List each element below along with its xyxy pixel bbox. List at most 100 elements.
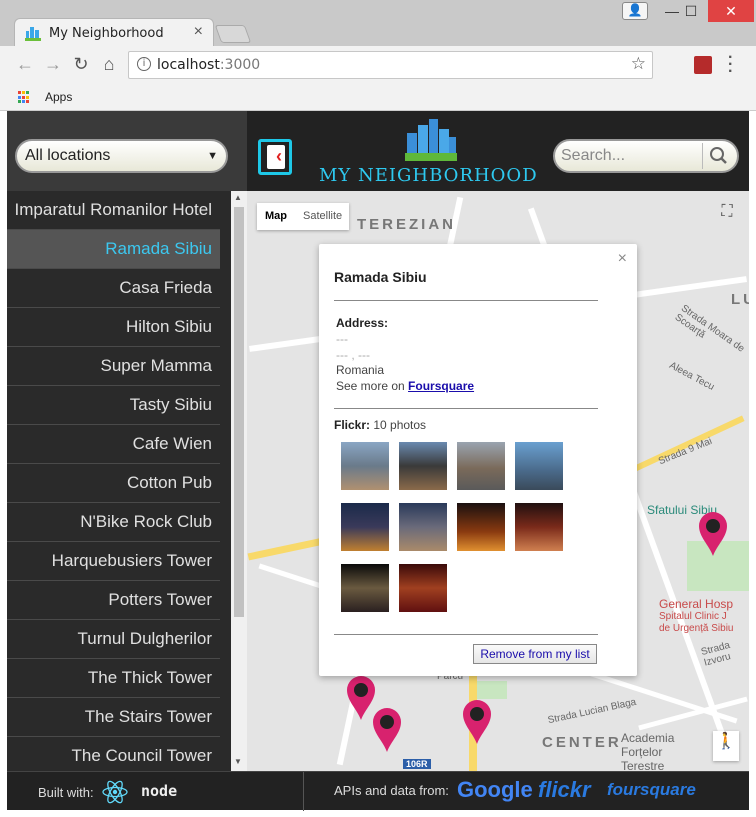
area-label-center: CENTER bbox=[542, 734, 622, 751]
extension-icon[interactable] bbox=[694, 56, 712, 74]
apis-label: APIs and data from: bbox=[334, 783, 449, 798]
scroll-up-icon[interactable]: ▲ bbox=[234, 193, 242, 202]
map-marker[interactable] bbox=[461, 699, 493, 745]
info-window: × Ramada Sibiu Address: --- --- , --- Ro… bbox=[319, 244, 637, 676]
area-label-terezian: TEREZIAN bbox=[357, 216, 456, 233]
flickr-photo[interactable] bbox=[399, 564, 447, 612]
footer-divider bbox=[303, 772, 304, 811]
app-header: All locations ▼ ‹ MY NEIGHBORHOOD Search… bbox=[7, 111, 749, 191]
location-list-item[interactable]: Cotton Pub bbox=[7, 464, 220, 503]
location-list-item[interactable]: The Thick Tower bbox=[7, 659, 220, 698]
map-marker[interactable] bbox=[697, 511, 729, 557]
fullscreen-icon[interactable]: ⛶ bbox=[715, 203, 739, 227]
foursquare-link[interactable]: Foursquare bbox=[408, 379, 474, 393]
apps-grid-icon[interactable] bbox=[18, 91, 31, 104]
browser-titlebar: My Neighborhood × 👤 — ☐ ✕ bbox=[0, 0, 756, 48]
browser-toolbar: ← → ↻ ⌂ i localhost:3000 ☆ · · · bbox=[0, 46, 756, 84]
poi-label: Forțelor bbox=[621, 745, 663, 759]
flickr-logo: flickr bbox=[538, 777, 591, 802]
sidebar-scrollbar[interactable]: ▲ ▼ bbox=[231, 191, 247, 771]
flickr-photo[interactable] bbox=[515, 503, 563, 551]
forward-icon[interactable]: → bbox=[42, 54, 64, 75]
location-list-item[interactable]: The Stairs Tower bbox=[7, 698, 220, 737]
poi-label: Terestre bbox=[621, 759, 665, 771]
search-input[interactable]: Search... bbox=[561, 147, 701, 165]
search-button[interactable] bbox=[702, 143, 734, 169]
map-type-satellite-button[interactable]: Satellite bbox=[303, 210, 342, 222]
flickr-photo[interactable] bbox=[341, 503, 389, 551]
info-icon[interactable]: i bbox=[137, 57, 151, 71]
park-area bbox=[477, 681, 507, 699]
location-list-item[interactable]: N'Bike Rock Club bbox=[7, 503, 220, 542]
location-filter-select[interactable]: All locations ▼ bbox=[15, 139, 228, 173]
back-icon[interactable]: ← bbox=[14, 54, 36, 75]
flickr-photo[interactable] bbox=[457, 503, 505, 551]
flickr-photo[interactable] bbox=[399, 442, 447, 490]
flickr-photo[interactable] bbox=[457, 442, 505, 490]
location-list: Imparatul Romanilor Hotel Ramada Sibiu Cas… bbox=[7, 191, 247, 771]
google-logo: Google bbox=[457, 777, 533, 802]
search-icon bbox=[710, 147, 727, 164]
location-list-item[interactable]: Tasty Sibiu bbox=[7, 386, 220, 425]
scroll-down-icon[interactable]: ▼ bbox=[234, 757, 242, 766]
location-list-item[interactable]: Turnul Dulgherilor bbox=[7, 620, 220, 659]
map-marker[interactable] bbox=[371, 707, 403, 753]
info-window-title: Ramada Sibiu bbox=[334, 269, 427, 285]
close-icon[interactable]: × bbox=[618, 250, 627, 268]
app-footer: Built with: node APIs and data from: Goo… bbox=[7, 771, 749, 811]
address-line: --- , --- bbox=[336, 348, 370, 362]
location-list-item[interactable]: Ramada Sibiu bbox=[7, 230, 220, 269]
node-logo-icon: node bbox=[141, 782, 178, 800]
home-icon[interactable]: ⌂ bbox=[98, 54, 120, 75]
scroll-thumb[interactable] bbox=[234, 207, 244, 617]
flickr-heading: Flickr: 10 photos bbox=[334, 418, 427, 432]
location-list-item[interactable]: Super Mamma bbox=[7, 347, 220, 386]
area-label-lu: LU bbox=[731, 291, 749, 308]
location-list-item[interactable]: Harquebusiers Tower bbox=[7, 542, 220, 581]
tab-title: My Neighborhood bbox=[49, 26, 164, 41]
toggle-panel-icon: ‹ bbox=[267, 145, 285, 169]
flickr-photo[interactable] bbox=[341, 564, 389, 612]
location-list-item[interactable]: Casa Frieda bbox=[7, 269, 220, 308]
street-view-pegman-icon[interactable]: 🚶 bbox=[713, 731, 739, 761]
flickr-photo[interactable] bbox=[515, 442, 563, 490]
location-list-item[interactable]: Potters Tower bbox=[7, 581, 220, 620]
tab-close-icon[interactable]: × bbox=[194, 23, 203, 41]
browser-tab[interactable]: My Neighborhood × bbox=[14, 18, 214, 48]
divider bbox=[334, 634, 598, 635]
address-bar[interactable]: i localhost:3000 ☆ bbox=[128, 51, 653, 79]
flickr-photo[interactable] bbox=[341, 442, 389, 490]
bookmark-star-icon[interactable]: ☆ bbox=[631, 54, 646, 74]
bookmarks-bar: Apps bbox=[0, 84, 756, 111]
app-brand-title: MY NEIGHBORHOOD bbox=[319, 165, 538, 186]
profile-icon[interactable]: 👤 bbox=[622, 2, 648, 20]
location-list-item[interactable]: Hilton Sibiu bbox=[7, 308, 220, 347]
road-shield: 106R bbox=[403, 759, 431, 769]
map-view[interactable]: TEREZIAN CENTER LU Aleea Tecu Strada 9 M… bbox=[247, 191, 749, 771]
menu-icon[interactable]: · · · bbox=[728, 50, 733, 80]
close-window-button[interactable]: ✕ bbox=[708, 0, 754, 22]
remove-from-list-button[interactable]: Remove from my list bbox=[473, 644, 597, 664]
poi-label: Spitalul Clinic J bbox=[659, 611, 727, 622]
sidebar-toggle-button[interactable]: ‹ bbox=[258, 139, 292, 175]
address-label: Address: bbox=[336, 316, 389, 330]
built-with-label: Built with: bbox=[38, 785, 94, 800]
flickr-photo[interactable] bbox=[399, 503, 447, 551]
city-logo-icon bbox=[405, 119, 457, 161]
reload-icon[interactable]: ↻ bbox=[70, 54, 92, 75]
city-favicon-icon bbox=[25, 27, 41, 41]
location-list-item[interactable]: Imparatul Romanilor Hotel bbox=[7, 191, 220, 230]
poi-label: de Urgență Sibiu bbox=[659, 623, 734, 634]
apps-bookmark[interactable]: Apps bbox=[45, 90, 72, 104]
dropdown-arrow-icon: ▼ bbox=[207, 150, 218, 162]
see-more-text: See more on Foursquare bbox=[336, 379, 475, 393]
location-list-item[interactable]: The Council Tower bbox=[7, 737, 220, 771]
react-logo-icon bbox=[102, 780, 128, 804]
address-line: --- bbox=[336, 332, 348, 346]
location-list-item[interactable]: Cafe Wien bbox=[7, 425, 220, 464]
maximize-button[interactable]: ☐ bbox=[674, 0, 708, 22]
foursquare-logo: foursquare bbox=[607, 780, 696, 799]
map-type-map-button[interactable]: Map bbox=[265, 210, 287, 222]
new-tab-button[interactable] bbox=[214, 25, 252, 43]
search-field[interactable]: Search... bbox=[553, 139, 739, 173]
